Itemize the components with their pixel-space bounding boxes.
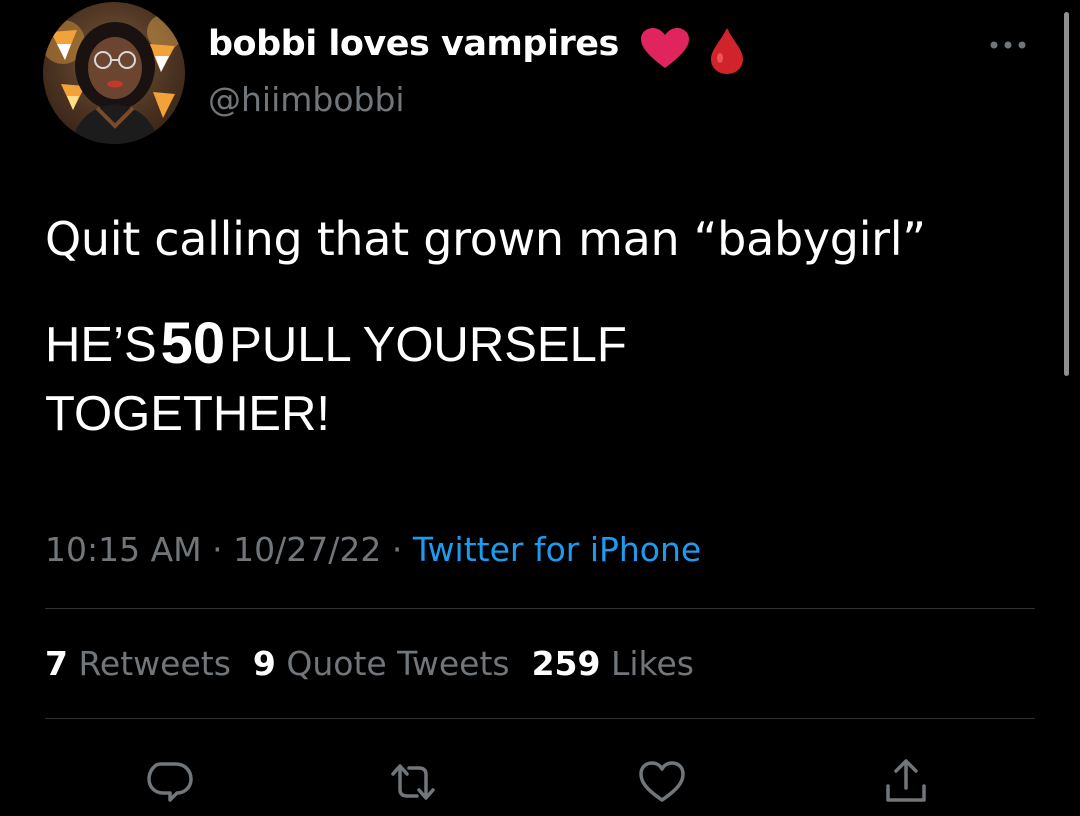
- retweets-label: Retweets: [78, 644, 231, 683]
- tweet-meta: 10:15 AM · 10/27/22 · Twitter for iPhone: [45, 530, 701, 569]
- reply-icon: [147, 762, 193, 802]
- quote-tweets-label: Quote Tweets: [286, 644, 510, 683]
- retweets-stat[interactable]: 7 Retweets: [45, 644, 231, 683]
- tweet-text-50: 50: [160, 311, 226, 376]
- reply-button[interactable]: [144, 756, 196, 808]
- display-name[interactable]: bobbi loves vampires: [208, 24, 619, 64]
- tweet-date[interactable]: 10/27/22: [233, 530, 381, 569]
- retweets-count: 7: [45, 644, 68, 683]
- tweet-stats: 7 Retweets 9 Quote Tweets 259 Likes: [45, 644, 716, 683]
- likes-label: Likes: [610, 644, 694, 683]
- retweet-icon: [391, 764, 435, 800]
- tweet-text-pull-yourself: PULL YOURSELF: [229, 318, 627, 372]
- red-heart-emoji: [640, 28, 690, 74]
- tweet-text-line-1: Quit calling that grown man “babygirl”: [45, 212, 926, 266]
- meta-separator: ·: [212, 530, 223, 569]
- share-icon: [886, 759, 926, 802]
- share-button[interactable]: [880, 756, 932, 808]
- like-icon: [639, 761, 685, 802]
- avatar[interactable]: [43, 2, 185, 144]
- divider: [45, 608, 1035, 609]
- retweet-button[interactable]: [385, 756, 437, 808]
- likes-count: 259: [531, 644, 601, 683]
- likes-stat[interactable]: 259 Likes: [532, 644, 694, 683]
- like-button[interactable]: [636, 756, 688, 808]
- quote-tweets-count: 9: [252, 644, 276, 683]
- tweet-time[interactable]: 10:15 AM: [45, 530, 202, 569]
- quote-tweets-stat[interactable]: 9 Quote Tweets: [253, 644, 510, 683]
- divider: [45, 718, 1035, 719]
- tweet-text-line-3: TOGETHER!: [45, 387, 330, 441]
- user-handle[interactable]: @hiimbobbi: [208, 80, 405, 119]
- tweet-source-link[interactable]: Twitter for iPhone: [413, 530, 701, 569]
- tweet-text-line-2: HE’S50PULL YOURSELF: [45, 310, 627, 377]
- avatar-photo: [43, 14, 183, 144]
- meta-separator: ·: [391, 530, 403, 569]
- scrollbar[interactable]: [1064, 12, 1069, 376]
- tweet-text-hes: HE’S: [45, 318, 157, 372]
- drop-of-blood-emoji: [710, 28, 744, 78]
- more-icon: [990, 41, 1026, 49]
- more-options-button[interactable]: [985, 30, 1031, 60]
